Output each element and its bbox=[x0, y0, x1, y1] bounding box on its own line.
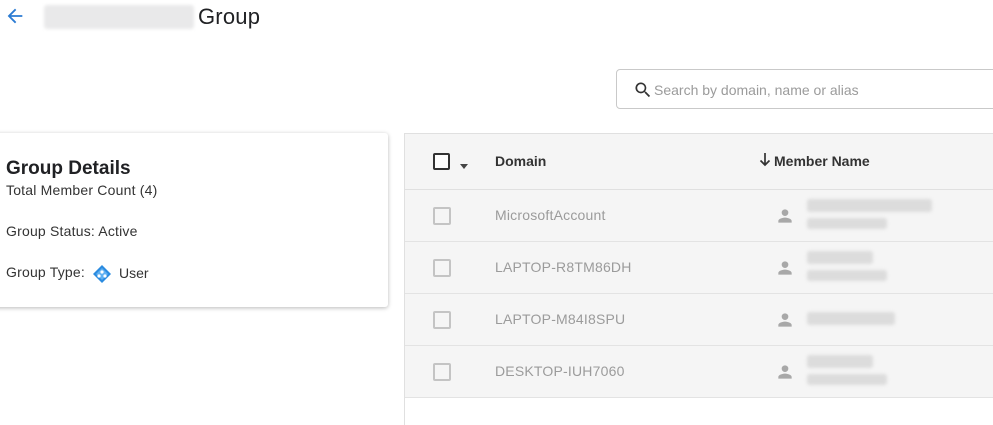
table-row[interactable]: LAPTOP-R8TM86DH bbox=[405, 242, 993, 294]
back-arrow-icon[interactable] bbox=[4, 5, 26, 27]
group-type-value: User bbox=[119, 265, 149, 281]
blurred-member-alias bbox=[807, 270, 887, 281]
members-table: Domain Member Name MicrosoftAccount LAPT… bbox=[404, 133, 993, 425]
person-icon bbox=[775, 310, 795, 330]
page-title: Group bbox=[198, 4, 261, 29]
blurred-group-name bbox=[44, 5, 194, 29]
blurred-member-name bbox=[807, 355, 873, 368]
group-status-text: Group Status: Active bbox=[6, 223, 138, 239]
user-group-diamond-icon bbox=[92, 264, 112, 284]
column-header-domain[interactable]: Domain bbox=[495, 153, 546, 169]
column-header-member-name[interactable]: Member Name bbox=[774, 153, 870, 169]
table-header: Domain Member Name bbox=[405, 134, 993, 190]
table-row[interactable]: MicrosoftAccount bbox=[405, 190, 993, 242]
search-box[interactable] bbox=[616, 69, 993, 109]
search-input[interactable] bbox=[654, 79, 984, 101]
blurred-member-alias bbox=[807, 218, 887, 229]
group-type-label: Group Type: bbox=[6, 264, 85, 280]
table-row[interactable]: DESKTOP-IUH7060 bbox=[405, 346, 993, 398]
blurred-member-alias bbox=[807, 374, 887, 385]
row-checkbox[interactable] bbox=[433, 311, 451, 329]
search-icon bbox=[633, 80, 653, 100]
blurred-member-name bbox=[807, 199, 932, 212]
select-all-checkbox[interactable] bbox=[433, 153, 450, 170]
row-checkbox[interactable] bbox=[433, 207, 451, 225]
person-icon bbox=[775, 362, 795, 382]
page-header: Group bbox=[0, 0, 993, 36]
select-menu-chevron-down-icon[interactable] bbox=[460, 164, 468, 169]
row-checkbox[interactable] bbox=[433, 259, 451, 277]
group-details-card: Group Details Total Member Count (4) Gro… bbox=[0, 133, 388, 307]
group-details-title: Group Details bbox=[6, 158, 131, 179]
member-count-text: Total Member Count (4) bbox=[6, 182, 158, 198]
row-domain: MicrosoftAccount bbox=[495, 207, 606, 223]
table-row[interactable]: LAPTOP-M84I8SPU bbox=[405, 294, 993, 346]
row-domain: LAPTOP-M84I8SPU bbox=[495, 311, 626, 327]
row-checkbox[interactable] bbox=[433, 363, 451, 381]
blurred-member-name bbox=[807, 312, 895, 325]
blurred-member-name bbox=[807, 251, 873, 264]
person-icon bbox=[775, 258, 795, 278]
person-icon bbox=[775, 206, 795, 226]
row-domain: LAPTOP-R8TM86DH bbox=[495, 259, 632, 275]
sort-arrow-down-icon[interactable] bbox=[758, 152, 772, 168]
row-domain: DESKTOP-IUH7060 bbox=[495, 363, 625, 379]
